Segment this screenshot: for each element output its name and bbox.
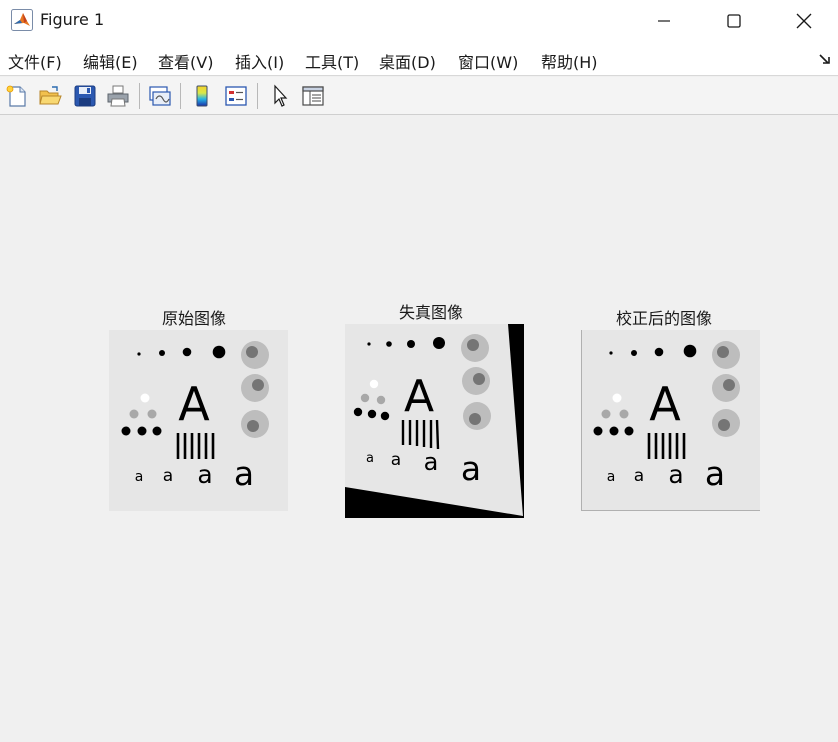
new-figure-icon bbox=[6, 85, 26, 107]
edit-plot-button[interactable] bbox=[266, 82, 294, 110]
small-letter: a bbox=[424, 448, 439, 476]
new-figure-button[interactable] bbox=[3, 82, 31, 110]
small-letter: a bbox=[163, 466, 173, 486]
maximize-icon bbox=[727, 14, 741, 28]
toolbar-separator bbox=[180, 83, 181, 109]
menu-help[interactable]: 帮助(H) bbox=[541, 49, 598, 73]
original-image[interactable]: A a a a a bbox=[109, 330, 288, 511]
window-title: Figure 1 bbox=[40, 10, 105, 29]
small-letter: a bbox=[705, 454, 725, 493]
open-file-button[interactable] bbox=[36, 82, 64, 110]
small-letter: a bbox=[197, 460, 212, 489]
print-icon bbox=[107, 85, 129, 107]
close-button[interactable] bbox=[769, 0, 838, 42]
link-plot-icon bbox=[149, 86, 171, 106]
menu-file[interactable]: 文件(F) bbox=[8, 49, 62, 73]
toolbar-separator bbox=[139, 83, 140, 109]
maximize-button[interactable] bbox=[699, 0, 769, 42]
big-letter: A bbox=[178, 377, 210, 431]
axes-title-corrected: 校正后的图像 bbox=[616, 309, 713, 328]
menu-edit[interactable]: 编辑(E) bbox=[83, 49, 138, 73]
axes-title-original: 原始图像 bbox=[162, 309, 227, 328]
small-letter: a bbox=[391, 450, 401, 470]
matlab-logo-icon bbox=[11, 9, 33, 31]
link-plot-button[interactable] bbox=[146, 82, 174, 110]
minimize-button[interactable] bbox=[629, 0, 699, 42]
dock-arrow-icon[interactable] bbox=[818, 52, 832, 66]
small-letter: a bbox=[234, 454, 254, 493]
minimize-icon bbox=[658, 20, 670, 22]
property-inspector-button[interactable] bbox=[299, 82, 327, 110]
property-inspector-icon bbox=[302, 86, 324, 106]
save-button[interactable] bbox=[71, 82, 99, 110]
title-bar: Figure 1 bbox=[0, 0, 838, 42]
menu-view[interactable]: 查看(V) bbox=[158, 49, 213, 73]
open-file-icon bbox=[39, 86, 62, 105]
distorted-image[interactable]: A a a a a bbox=[345, 324, 524, 518]
save-icon bbox=[74, 85, 96, 107]
toolbar-separator bbox=[257, 83, 258, 109]
corrected-image[interactable]: A a a a a bbox=[581, 330, 760, 511]
test-pattern: A a a a a bbox=[345, 324, 524, 518]
menu-insert[interactable]: 插入(I) bbox=[235, 49, 284, 73]
insert-colorbar-button[interactable] bbox=[188, 82, 216, 110]
small-letter: a bbox=[668, 460, 683, 489]
big-letter: A bbox=[649, 377, 681, 431]
test-pattern: A a a a a bbox=[109, 330, 288, 511]
menu-window[interactable]: 窗口(W) bbox=[458, 49, 518, 73]
small-letter: a bbox=[366, 451, 374, 466]
axes-title-distorted: 失真图像 bbox=[399, 303, 464, 322]
insert-legend-icon bbox=[225, 86, 247, 106]
edit-plot-pointer-icon bbox=[274, 84, 288, 107]
print-button[interactable] bbox=[104, 82, 132, 110]
insert-colorbar-icon bbox=[196, 85, 208, 107]
insert-legend-button[interactable] bbox=[222, 82, 250, 110]
toolbar bbox=[0, 77, 838, 115]
test-pattern: A a a a a bbox=[581, 330, 760, 511]
close-icon bbox=[796, 13, 812, 29]
small-letter: a bbox=[135, 469, 144, 485]
menu-desktop[interactable]: 桌面(D) bbox=[379, 49, 436, 73]
small-letter: a bbox=[634, 466, 644, 486]
menu-tools[interactable]: 工具(T) bbox=[305, 49, 359, 73]
big-letter: A bbox=[404, 371, 434, 422]
menu-bar: 文件(F) 编辑(E) 查看(V) 插入(I) 工具(T) 桌面(D) 窗口(W… bbox=[0, 42, 838, 76]
small-letter: a bbox=[607, 469, 616, 485]
small-letter: a bbox=[461, 449, 481, 488]
